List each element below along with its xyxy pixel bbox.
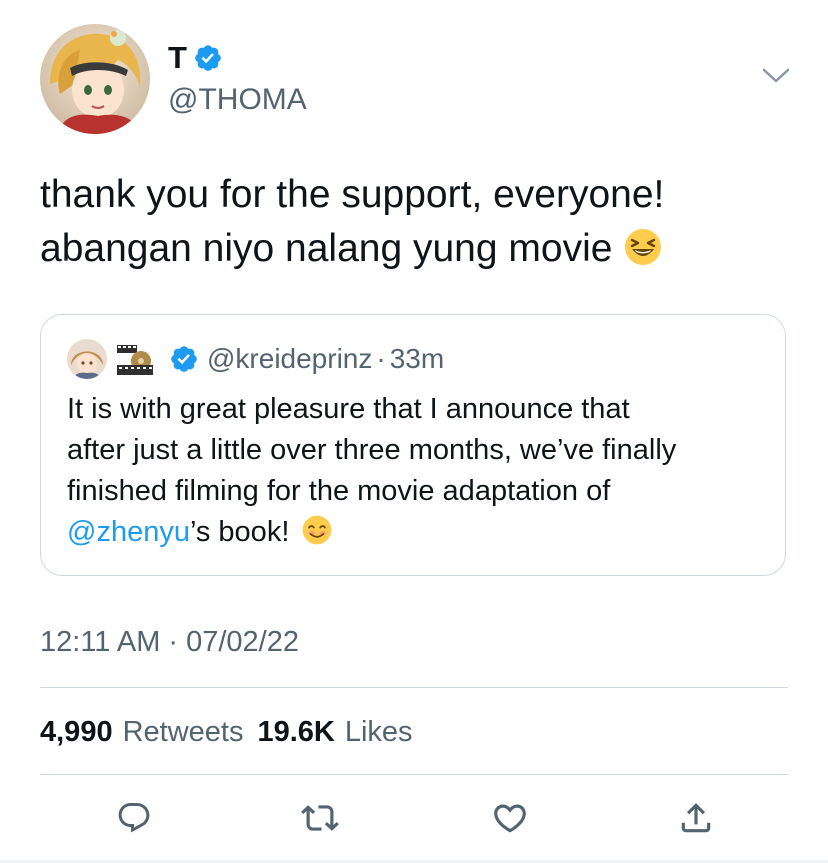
- tweet-timestamp[interactable]: 12:11 AM · 07/02/22: [40, 620, 299, 664]
- likes-label: Likes: [344, 716, 413, 748]
- divider: [40, 774, 788, 775]
- reply-icon: [118, 803, 150, 833]
- verified-badge-icon: [195, 45, 221, 71]
- verified-badge-icon: [171, 346, 197, 372]
- quoted-text-line-4-rest: ’s book!: [189, 516, 290, 548]
- like-icon: [494, 804, 526, 833]
- retweets-label: Retweets: [122, 716, 244, 748]
- author-display-name[interactable]: T: [168, 36, 187, 80]
- tweet-time: 12:11 AM: [40, 626, 161, 658]
- tweet-detail: T @THOMA thank you for the support, ever…: [0, 0, 828, 863]
- squinting-laughing-face-icon: [625, 229, 662, 265]
- quoted-author-handle[interactable]: @kreideprinz: [207, 337, 372, 381]
- likes-stat[interactable]: 19.6K Likes: [257, 710, 412, 754]
- tweet-text-line-2: abangan niyo nalang yung movie: [40, 222, 800, 276]
- like-button[interactable]: [488, 796, 532, 840]
- divider: [40, 687, 788, 688]
- separator-dot: ·: [376, 343, 386, 374]
- share-icon: [681, 803, 711, 833]
- retweets-stat[interactable]: 4,990 Retweets: [40, 710, 243, 754]
- chevron-down-icon[interactable]: [760, 66, 792, 86]
- author-avatar[interactable]: [40, 24, 150, 134]
- tweet-stats: 4,990 Retweets 19.6K Likes: [40, 710, 413, 754]
- quoted-text-line-1: It is with great pleasure that I announc…: [67, 393, 630, 425]
- mention-link[interactable]: @zhenyu: [67, 516, 190, 548]
- reply-button[interactable]: [112, 796, 156, 840]
- quoted-text-line-3: finished filming for the movie adaptatio…: [67, 475, 611, 507]
- share-button[interactable]: [674, 796, 718, 840]
- tweet-text: thank you for the support, everyone! aba…: [40, 168, 800, 276]
- likes-count: 19.6K: [257, 716, 335, 748]
- separator-dot: ·: [168, 626, 179, 658]
- quoted-tweet-card[interactable]: @kreideprinz · 33m It is with great plea…: [40, 314, 786, 576]
- retweet-icon: [301, 805, 339, 831]
- quoted-tweet-time: 33m: [389, 343, 445, 374]
- tweet-date: 07/02/22: [186, 626, 299, 658]
- smiling-face-icon: [303, 515, 332, 545]
- quoted-author-avatar: [67, 339, 107, 379]
- retweets-count: 4,990: [40, 716, 113, 748]
- quoted-text-line-4: @zhenyu’s book!: [67, 512, 767, 553]
- retweet-button[interactable]: [298, 796, 342, 840]
- quoted-tweet-text: It is with great pleasure that I announc…: [67, 389, 767, 553]
- author-handle[interactable]: @THOMA: [168, 80, 307, 120]
- quoted-text-line-2: after just a little over three months, w…: [67, 434, 677, 466]
- tweet-text-line-2-text: abangan niyo nalang yung movie: [40, 227, 613, 270]
- tweet-text-line-1: thank you for the support, everyone!: [40, 173, 665, 216]
- quoted-tweet-header: @kreideprinz · 33m: [67, 337, 444, 381]
- film-reel-icon: [115, 339, 155, 379]
- author-name-row[interactable]: T: [168, 36, 223, 80]
